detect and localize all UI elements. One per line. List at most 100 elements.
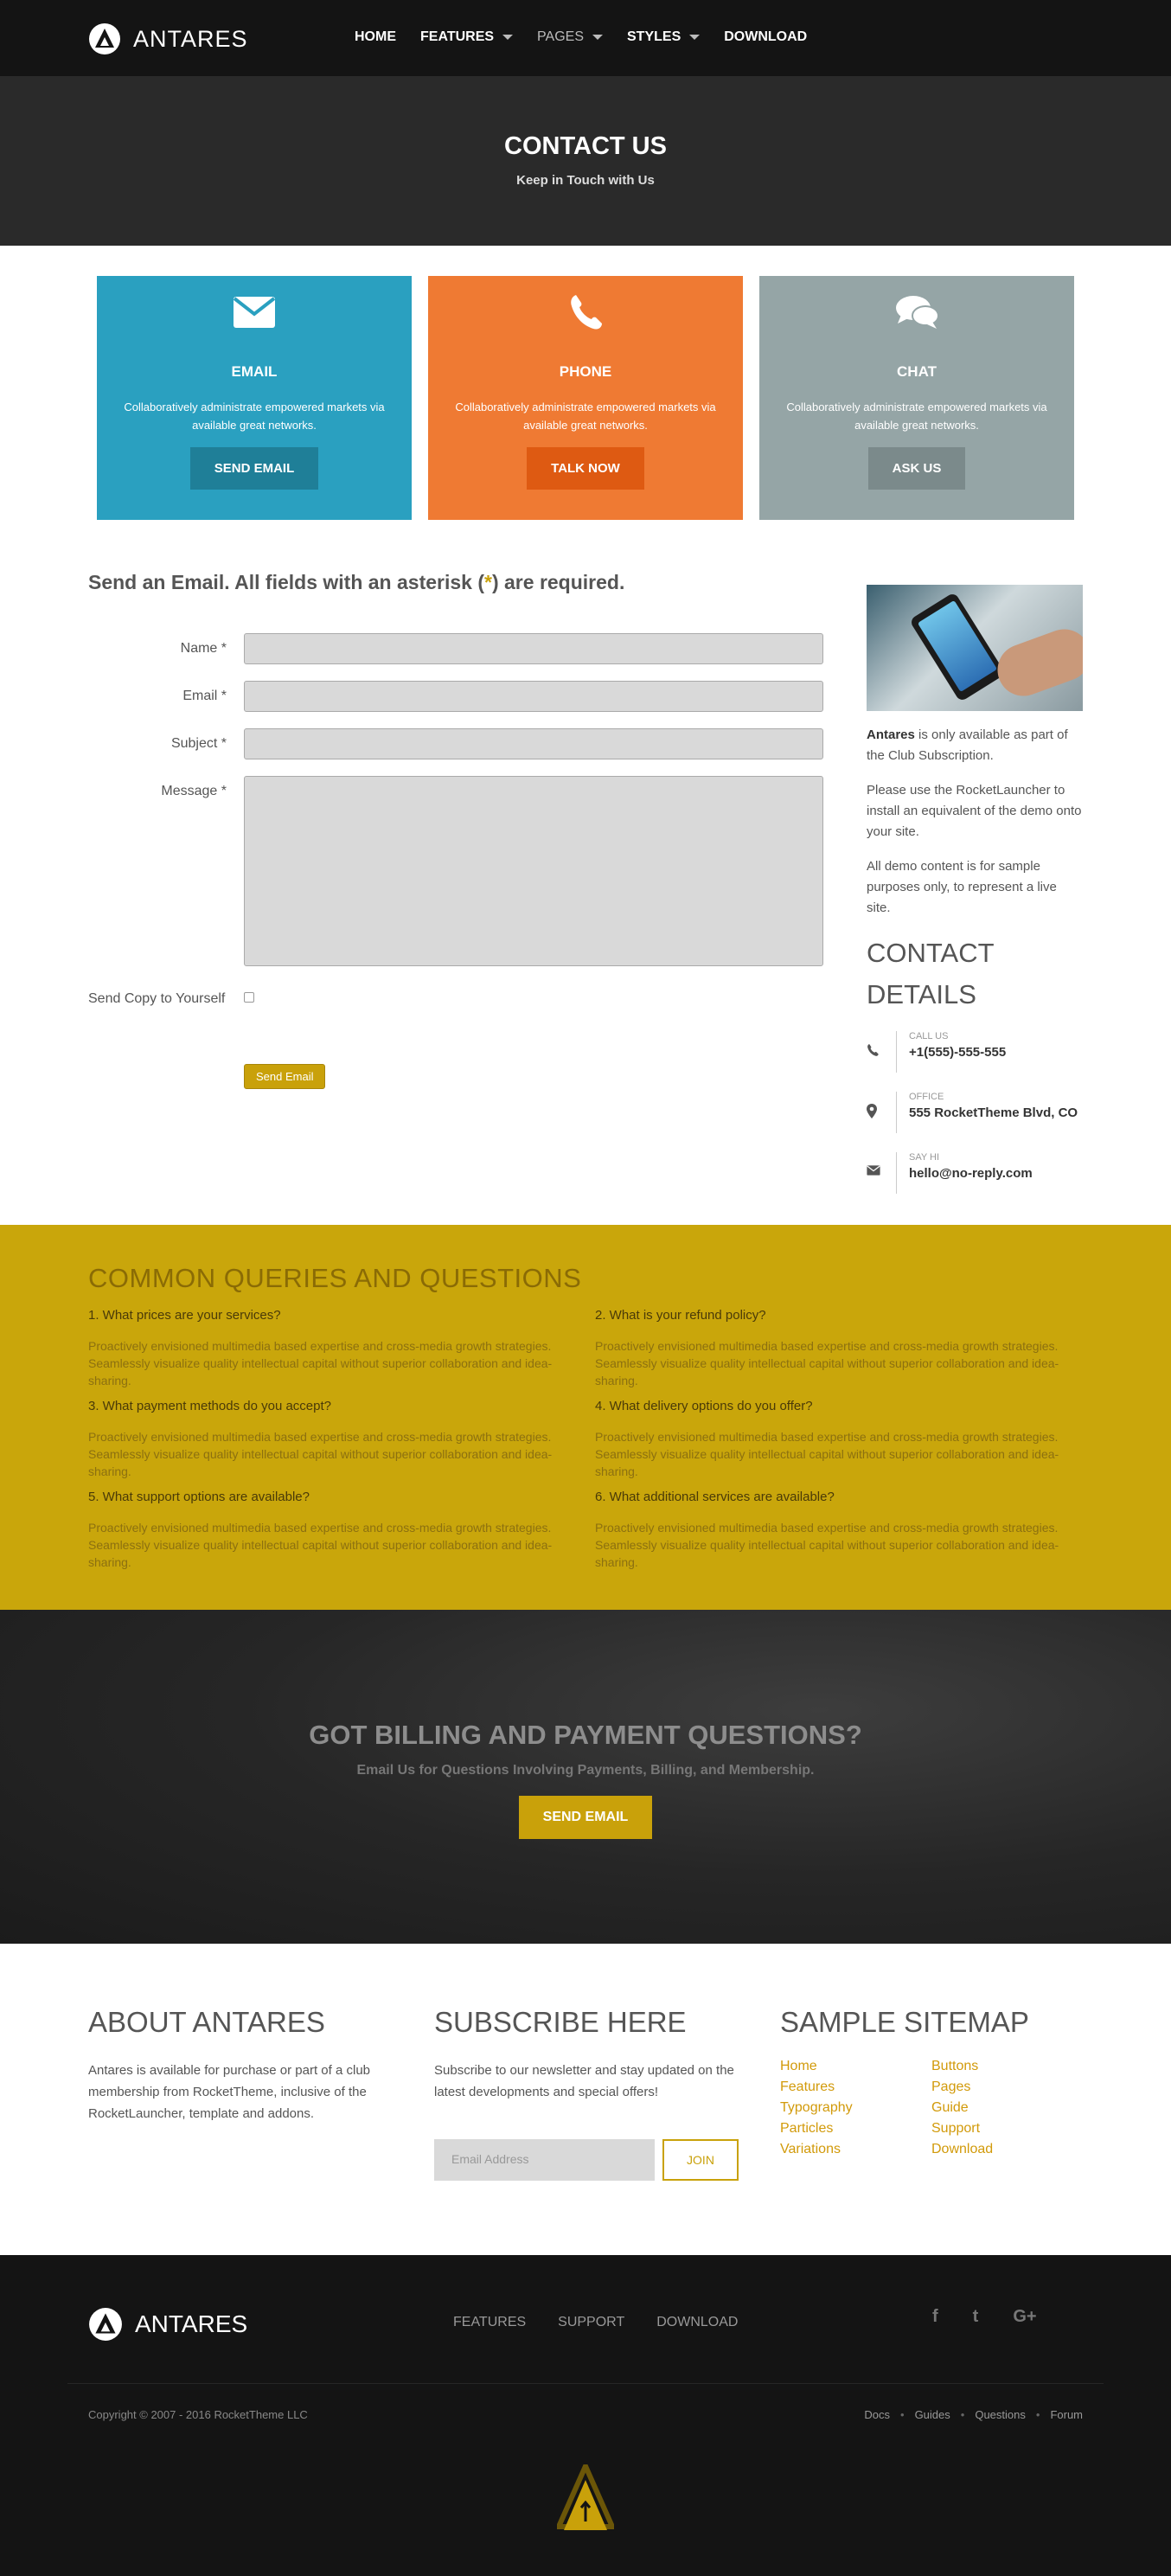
- faq-item: 5. What support options are available? Pr…: [88, 1490, 595, 1580]
- footer-nav: FEATURES SUPPORT DOWNLOAD: [453, 2315, 770, 2330]
- detail-label: CALL US: [909, 1031, 949, 1041]
- email-label: Email *: [182, 689, 227, 703]
- phone-card: PHONE Collaboratively administrate empow…: [428, 276, 743, 520]
- sitemap-link-pages[interactable]: Pages: [931, 2079, 1061, 2096]
- detail-value[interactable]: +1(555)-555-555: [909, 1045, 1082, 1060]
- nav-label: DOWNLOAD: [724, 29, 808, 44]
- faq-question: 6. What additional services are availabl…: [595, 1490, 835, 1504]
- envelope-icon: [867, 1152, 896, 1180]
- asterisk: *: [484, 571, 492, 593]
- chevron-down-icon: [502, 35, 514, 40]
- card-text: Collaboratively administrate empowered m…: [455, 400, 716, 432]
- footer-link-questions[interactable]: Questions: [975, 2408, 1026, 2421]
- ask-us-button[interactable]: ASK US: [867, 447, 966, 490]
- card-title: EMAIL: [231, 363, 278, 380]
- email-input[interactable]: [244, 681, 823, 712]
- google-plus-icon[interactable]: G+: [1013, 2307, 1036, 2327]
- faq-question: 2. What is your refund policy?: [595, 1308, 766, 1323]
- message-label: Message *: [161, 784, 227, 798]
- faq-answer: Proactively envisioned multimedia based …: [595, 1521, 1059, 1569]
- phone-icon: [428, 292, 743, 333]
- footer-link-guides[interactable]: Guides: [915, 2408, 950, 2421]
- about-title: ABOUT ANTARES: [88, 2006, 325, 2038]
- send-copy-checkbox[interactable]: [244, 992, 254, 1003]
- social-links: f t G+: [932, 2307, 1072, 2327]
- faq-grid: 1. What prices are your services? Proacti…: [88, 1308, 1083, 1580]
- contact-details-title: CONTACT DETAILS: [867, 938, 994, 1009]
- form-heading-text: Send an Email. All fields with an asteri…: [88, 571, 485, 593]
- aside-text-1: Antares is only available as part of the…: [867, 725, 1083, 766]
- card-text: Collaboratively administrate empowered m…: [786, 400, 1047, 432]
- join-button[interactable]: JOIN: [662, 2139, 739, 2181]
- faq-answer: Proactively envisioned multimedia based …: [88, 1521, 553, 1569]
- nav-label: PAGES: [537, 29, 584, 44]
- faq-answer: Proactively envisioned multimedia based …: [595, 1339, 1059, 1387]
- chevron-down-icon: [592, 35, 603, 40]
- faq-question: 1. What prices are your services?: [88, 1308, 281, 1323]
- site-footer: ANTARES FEATURES SUPPORT DOWNLOAD f t G+…: [0, 2255, 1171, 2576]
- nav-download[interactable]: DOWNLOAD: [724, 29, 807, 45]
- separator-dot: •: [960, 2408, 965, 2421]
- sitemap-link-buttons[interactable]: Buttons: [931, 2058, 1061, 2075]
- footer-logo[interactable]: ANTARES: [88, 2307, 247, 2342]
- footer-nav-support[interactable]: SUPPORT: [558, 2315, 624, 2330]
- logo[interactable]: ANTARES: [88, 22, 248, 55]
- facebook-icon[interactable]: f: [932, 2307, 938, 2327]
- detail-value: 555 RocketTheme Blvd, CO: [909, 1105, 1078, 1120]
- chevron-down-icon: [689, 35, 701, 40]
- subscribe-title: SUBSCRIBE HERE: [434, 2006, 687, 2038]
- faq-title: COMMON QUERIES AND QUESTIONS: [88, 1263, 582, 1293]
- sitemap-links: Home Buttons Features Pages Typography G…: [780, 2058, 1083, 2158]
- arrow-up-icon: [554, 2459, 617, 2530]
- faq-question: 4. What delivery options do you offer?: [595, 1399, 813, 1413]
- contact-cards: EMAIL Collaboratively administrate empow…: [0, 246, 1171, 520]
- footer-link-forum[interactable]: Forum: [1050, 2408, 1083, 2421]
- contact-email: SAY HI hello@no-reply.com: [867, 1152, 1083, 1197]
- card-title: PHONE: [559, 363, 612, 380]
- name-input[interactable]: [244, 633, 823, 664]
- sitemap-link-download[interactable]: Download: [931, 2141, 1061, 2158]
- footer-nav-features[interactable]: FEATURES: [453, 2315, 526, 2330]
- footer-nav-download[interactable]: DOWNLOAD: [656, 2315, 738, 2330]
- brand-bold: Antares: [867, 727, 915, 742]
- talk-now-button[interactable]: TALK NOW: [527, 447, 644, 490]
- twitter-icon[interactable]: t: [973, 2307, 979, 2327]
- sitemap-link-variations[interactable]: Variations: [780, 2141, 931, 2158]
- billing-send-email-button[interactable]: SEND EMAIL: [518, 1796, 653, 1839]
- detail-label: OFFICE: [909, 1092, 944, 1102]
- sitemap-link-guide[interactable]: Guide: [931, 2099, 1061, 2117]
- nav-features[interactable]: FEATURES: [420, 29, 514, 45]
- billing-section: GOT BILLING AND PAYMENT QUESTIONS? Email…: [0, 1610, 1171, 1944]
- faq-question: 5. What support options are available?: [88, 1490, 310, 1504]
- chat-icon: [759, 292, 1074, 333]
- sitemap-link-support[interactable]: Support: [931, 2120, 1061, 2137]
- chat-card: CHAT Collaboratively administrate empowe…: [759, 276, 1074, 520]
- subscribe-column: SUBSCRIBE HERE Subscribe to our newslett…: [434, 2006, 745, 2248]
- sitemap-link-typography[interactable]: Typography: [780, 2099, 931, 2117]
- email-address-input[interactable]: Email Address: [434, 2139, 655, 2181]
- subject-input[interactable]: [244, 728, 823, 759]
- sitemap-link-home[interactable]: Home: [780, 2058, 931, 2075]
- nav-pages[interactable]: PAGES: [537, 29, 603, 45]
- sitemap-link-features[interactable]: Features: [780, 2079, 931, 2096]
- contact-detail: OFFICE 555 RocketTheme Blvd, CO: [896, 1092, 1082, 1133]
- contact-detail: SAY HI hello@no-reply.com: [896, 1152, 1082, 1194]
- separator-dot: •: [900, 2408, 905, 2421]
- form-heading-text: ) are required.: [491, 571, 625, 593]
- detail-value[interactable]: hello@no-reply.com: [909, 1166, 1082, 1181]
- footer-link-docs[interactable]: Docs: [864, 2408, 890, 2421]
- sitemap-link-particles[interactable]: Particles: [780, 2120, 931, 2137]
- faq-item: 3. What payment methods do you accept? Pr…: [88, 1399, 595, 1490]
- nav-styles[interactable]: STYLES: [627, 29, 701, 45]
- about-text: Antares is available for purchase or par…: [88, 2063, 371, 2121]
- faq-item: 6. What additional services are availabl…: [595, 1490, 1102, 1580]
- nav-label: FEATURES: [420, 29, 495, 44]
- send-email-submit-button[interactable]: Send Email: [244, 1064, 326, 1089]
- nav-home[interactable]: HOME: [355, 29, 396, 45]
- bottom-section: ABOUT ANTARES Antares is available for p…: [0, 1944, 1171, 2255]
- footer-divider: [67, 2383, 1104, 2384]
- back-to-top-button[interactable]: [554, 2459, 617, 2538]
- message-textarea[interactable]: [244, 776, 823, 966]
- send-email-button[interactable]: SEND EMAIL: [189, 447, 319, 490]
- billing-subtitle: Email Us for Questions Involving Payment…: [356, 1763, 815, 1778]
